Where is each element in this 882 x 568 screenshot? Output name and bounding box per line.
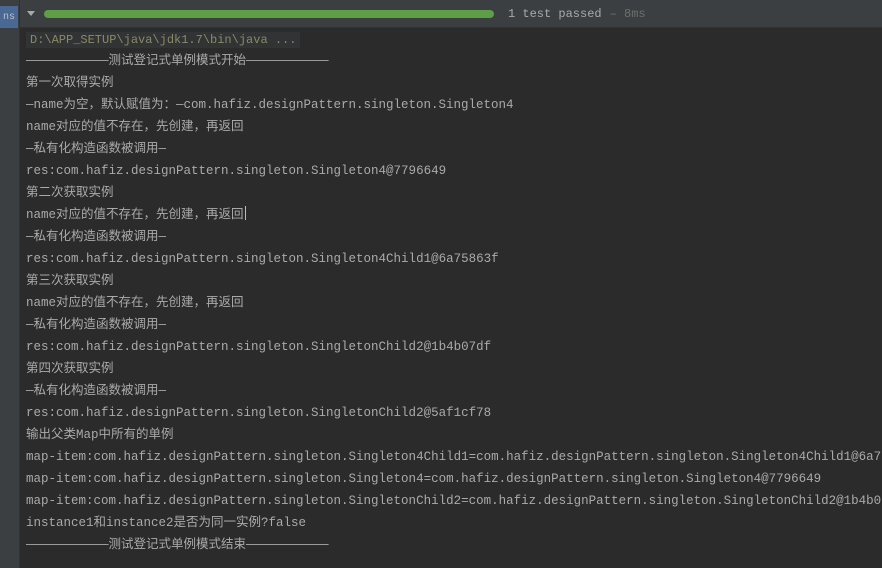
- console-line: map-item:com.hafiz.designPattern.singlet…: [26, 446, 882, 468]
- gutter-tab[interactable]: ns: [0, 6, 18, 28]
- console-line: res:com.hafiz.designPattern.singleton.Si…: [26, 248, 882, 270]
- test-status-bar: 1 test passed – 8ms: [20, 0, 882, 28]
- console-lines: ———————————测试登记式单例模式开始———————————第一次取得实例…: [26, 50, 882, 556]
- console-line: ———————————测试登记式单例模式开始———————————: [26, 50, 882, 72]
- console-line: instance1和instance2是否为同一实例?false: [26, 512, 882, 534]
- command-line: D:\APP_SETUP\java\jdk1.7\bin\java ...: [26, 32, 300, 48]
- console-output[interactable]: D:\APP_SETUP\java\jdk1.7\bin\java ... ——…: [20, 28, 882, 568]
- console-line: 第二次获取实例: [26, 182, 882, 204]
- console-line: 第三次获取实例: [26, 270, 882, 292]
- console-line: name对应的值不存在，先创建，再返回: [26, 292, 882, 314]
- test-status-time: – 8ms: [610, 7, 646, 21]
- console-line: name对应的值不存在，先创建，再返回: [26, 204, 882, 226]
- console-line: 第一次取得实例: [26, 72, 882, 94]
- console-line: map-item:com.hafiz.designPattern.singlet…: [26, 490, 882, 512]
- console-line: res:com.hafiz.designPattern.singleton.Si…: [26, 160, 882, 182]
- console-line: map-item:com.hafiz.designPattern.singlet…: [26, 468, 882, 490]
- console-line: —私有化构造函数被调用—: [26, 226, 882, 248]
- console-line: —私有化构造函数被调用—: [26, 138, 882, 160]
- console-line: ———————————测试登记式单例模式结束———————————: [26, 534, 882, 556]
- gutter-tab-label: ns: [3, 12, 15, 23]
- console-line: res:com.hafiz.designPattern.singleton.Si…: [26, 336, 882, 358]
- test-status-text: 1 test passed: [508, 7, 602, 21]
- console-line: —私有化构造函数被调用—: [26, 314, 882, 336]
- left-gutter: ns: [0, 0, 20, 568]
- console-line: res:com.hafiz.designPattern.singleton.Si…: [26, 402, 882, 424]
- console-line: —私有化构造函数被调用—: [26, 380, 882, 402]
- main-area: 1 test passed – 8ms D:\APP_SETUP\java\jd…: [20, 0, 882, 568]
- console-line: —name为空，默认赋值为：—com.hafiz.designPattern.s…: [26, 94, 882, 116]
- collapse-arrow-icon[interactable]: [26, 9, 36, 19]
- console-line: 第四次获取实例: [26, 358, 882, 380]
- test-progress-fill: [44, 10, 494, 18]
- console-line: 输出父类Map中所有的单例: [26, 424, 882, 446]
- test-progress-bar: [44, 10, 494, 18]
- console-line: name对应的值不存在，先创建，再返回: [26, 116, 882, 138]
